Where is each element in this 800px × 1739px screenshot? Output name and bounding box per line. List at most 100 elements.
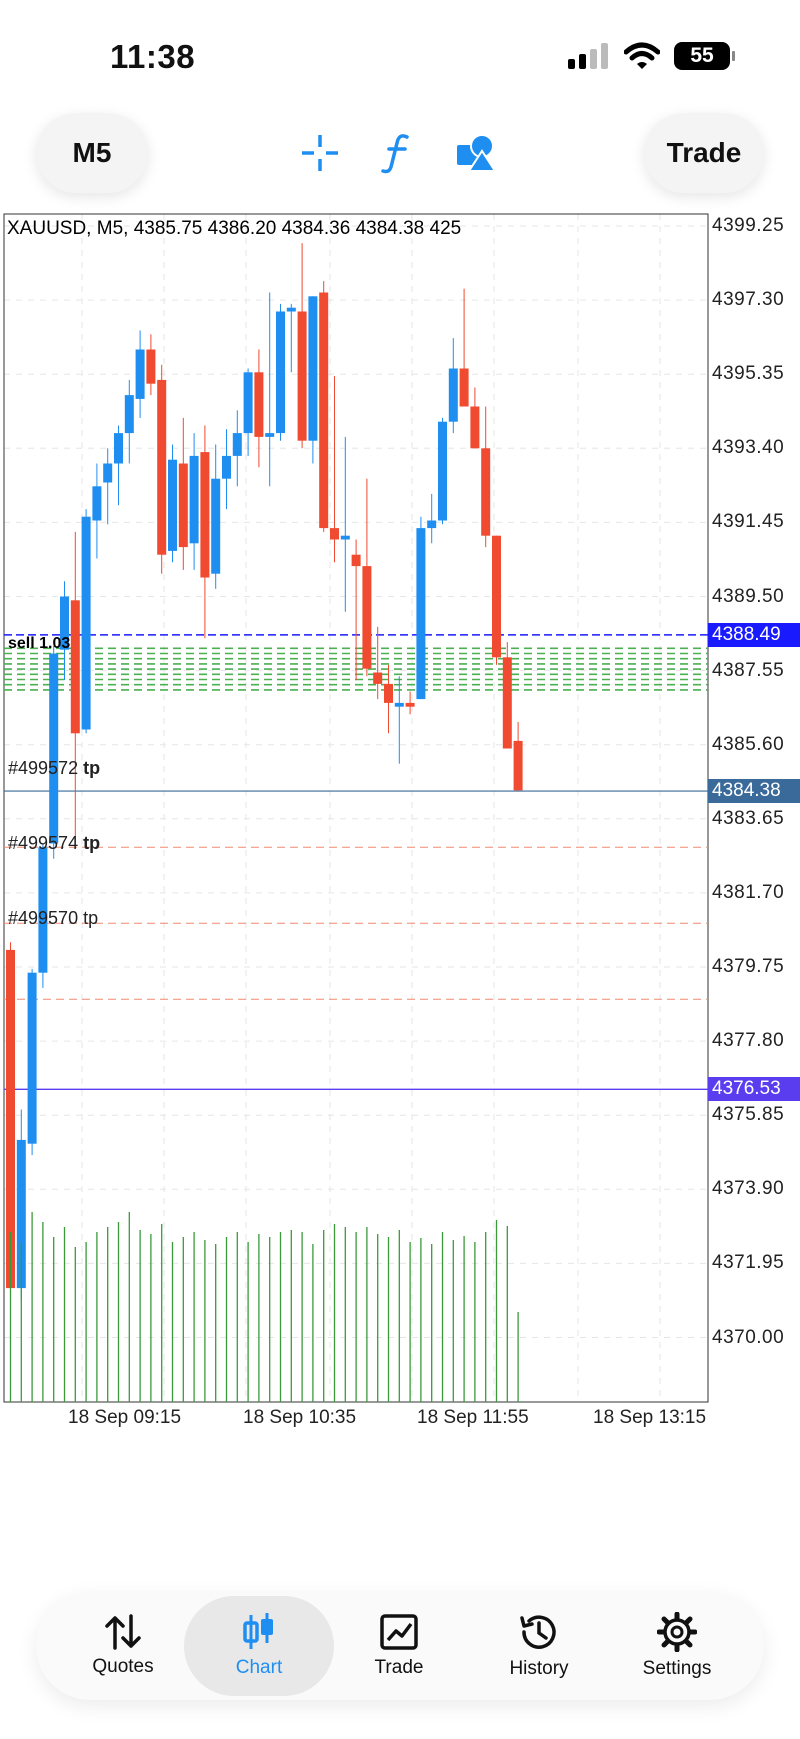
price-tick-label: 4373.90 <box>712 1178 785 1200</box>
nav-trade[interactable]: Trade <box>324 1596 474 1696</box>
candle-body <box>384 683 393 703</box>
tp-order-id: #499574 <box>8 833 79 853</box>
quotes-arrows-icon <box>105 1614 141 1650</box>
nav-quotes[interactable]: Quotes <box>48 1596 198 1696</box>
history-clock-icon <box>520 1615 556 1649</box>
status-icons: 55 <box>568 42 735 70</box>
candle-body <box>513 740 523 791</box>
candle-body <box>168 459 177 551</box>
nav-label: Trade <box>374 1657 424 1678</box>
nav-label: Chart <box>235 1657 283 1678</box>
tp-order-id: #499570 <box>8 908 79 928</box>
candle-body <box>211 478 221 574</box>
candle-body <box>438 421 447 521</box>
candle-body <box>243 372 253 434</box>
time-tick-label: 18 Sep 13:15 <box>593 1407 707 1428</box>
tp-suffix: tp <box>83 758 101 778</box>
candle-body <box>340 535 350 540</box>
candle-body <box>70 600 80 734</box>
candle-body <box>254 372 264 437</box>
trade-button[interactable]: Trade <box>644 113 764 193</box>
price-tick-label: 4393.40 <box>712 437 785 459</box>
status-bar: 11:38 55 <box>0 0 800 100</box>
candle-body <box>394 702 404 707</box>
chart-candles-icon <box>243 1613 273 1649</box>
candle-body <box>103 463 113 483</box>
candle-body <box>232 433 242 456</box>
candle-body <box>459 368 469 407</box>
candle-body <box>265 433 275 437</box>
status-time: 11:38 <box>110 38 196 75</box>
price-tick-label: 4385.60 <box>712 733 785 755</box>
candle-body <box>416 528 426 700</box>
chart-frame <box>3 213 709 1403</box>
tp-suffix: tp <box>83 833 101 853</box>
time-tick-label: 18 Sep 09:15 <box>68 1407 182 1428</box>
price-tick-label: 4381.70 <box>712 881 785 903</box>
battery-indicator: 55 <box>674 42 735 70</box>
chart-toolbar: M5 Trade <box>0 105 800 205</box>
objects-icon[interactable] <box>454 131 498 175</box>
candle-body <box>502 657 512 749</box>
candle-body <box>362 566 372 669</box>
signal-icon <box>568 43 608 69</box>
candle-body <box>448 368 458 422</box>
candle-body <box>373 672 383 684</box>
tp-order-id: #499572 <box>8 758 79 778</box>
candle-body <box>92 486 102 521</box>
last-price-tag: 4384.38 <box>708 779 800 804</box>
crosshair-icon[interactable] <box>298 131 342 175</box>
price-tick-label: 4375.85 <box>712 1104 785 1126</box>
bottom-nav: Quotes Chart Trade History Settings <box>36 1592 764 1700</box>
candle-body <box>124 395 134 434</box>
price-chart[interactable]: XAUUSD, M5, 4385.75 4386.20 4384.36 4384… <box>0 210 800 1585</box>
function-icon[interactable] <box>375 131 419 175</box>
tp-line-label[interactable]: #499570 tp <box>8 908 98 929</box>
bid-price-tag: 4388.49 <box>708 622 800 647</box>
candle-body <box>286 307 296 312</box>
candle-body <box>189 455 199 544</box>
nav-label: History <box>509 1658 569 1679</box>
candle-body <box>405 702 415 707</box>
price-tick-label: 4391.45 <box>712 511 785 533</box>
price-tick-label: 4377.80 <box>712 1030 785 1052</box>
chart-symbol-header: XAUUSD, M5, 4385.75 4386.20 4384.36 4384… <box>7 218 462 239</box>
nav-history[interactable]: History <box>464 1596 614 1696</box>
nav-chart[interactable]: Chart <box>184 1596 334 1696</box>
time-tick-label: 18 Sep 11:55 <box>417 1407 529 1428</box>
nav-label: Settings <box>642 1658 712 1679</box>
candle-body <box>319 292 329 529</box>
price-tick-label: 4387.55 <box>712 659 785 681</box>
price-tick-label: 4370.00 <box>712 1326 785 1348</box>
candle-body <box>481 448 491 536</box>
candle-body <box>427 520 437 529</box>
timeframe-button[interactable]: M5 <box>36 113 148 193</box>
nav-settings[interactable]: Settings <box>602 1596 752 1696</box>
price-tick-label: 4379.75 <box>712 956 785 977</box>
candle-body <box>135 349 145 399</box>
candle-body <box>157 379 167 555</box>
candle-body <box>27 972 37 1144</box>
candle-body <box>146 349 156 384</box>
price-tick-label: 4371.95 <box>712 1252 785 1274</box>
candle-body <box>330 528 339 540</box>
candle-body <box>222 455 231 479</box>
candle-body <box>297 311 307 441</box>
tp-line-label[interactable]: #499572 tp <box>8 758 100 779</box>
order-labels-stack[interactable]: sell 1.03 <box>8 636 70 652</box>
price-tick-label: 4389.50 <box>712 585 785 607</box>
time-tick-label: 18 Sep 10:35 <box>243 1407 357 1428</box>
price-tick-label: 4383.65 <box>712 807 785 829</box>
candle-body <box>492 535 501 658</box>
price-tick-label: 4397.30 <box>712 289 785 311</box>
price-tick-label: 4395.35 <box>712 363 785 385</box>
wifi-icon <box>624 42 660 69</box>
candle-body <box>49 653 59 844</box>
candle-body <box>276 311 285 434</box>
candle-body <box>178 463 188 548</box>
trade-chart-icon <box>380 1614 418 1650</box>
chart-canvas[interactable] <box>0 210 800 1585</box>
tp-suffix: tp <box>83 908 99 928</box>
horizontal-line-tag: 4376.53 <box>708 1077 800 1102</box>
tp-line-label[interactable]: #499574 tp <box>8 833 100 854</box>
